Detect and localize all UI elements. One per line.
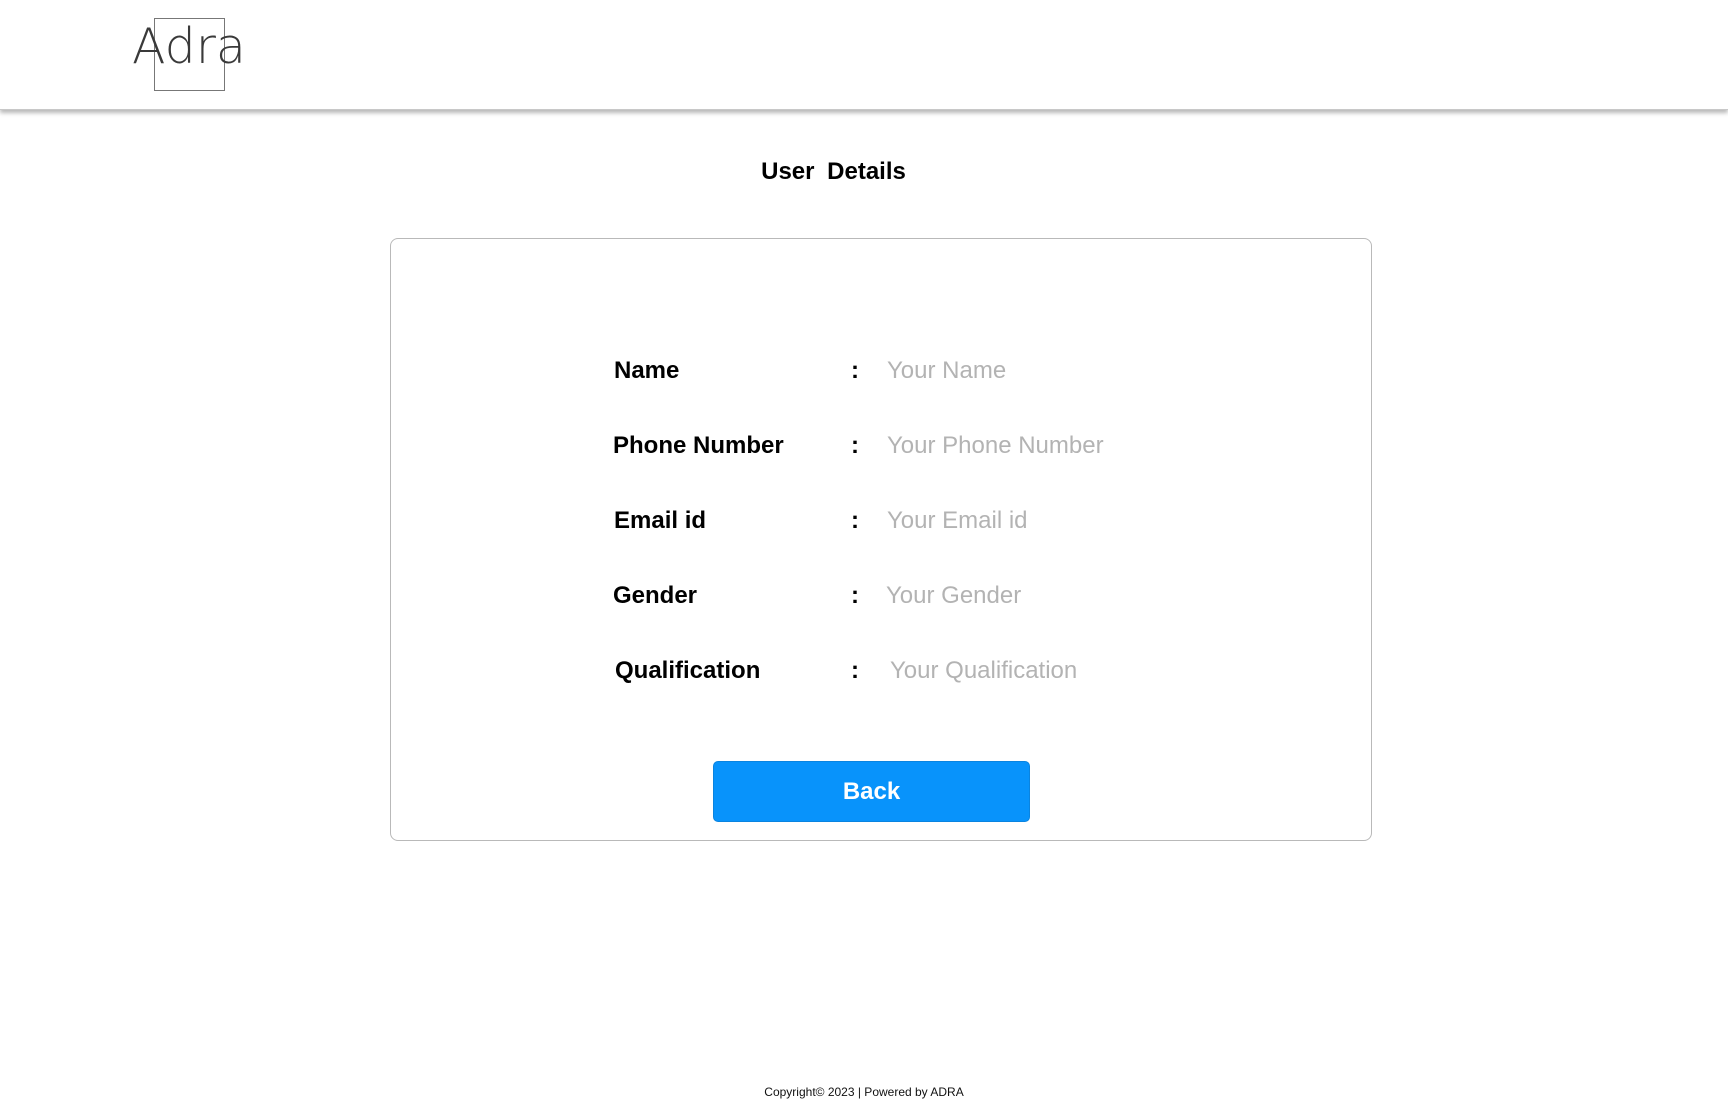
user-details-card: Name : Phone Number : Email id : Gender … xyxy=(390,238,1372,841)
separator-colon: : xyxy=(851,507,859,534)
email-id-label: Email id xyxy=(614,507,707,534)
gender-label: Gender xyxy=(613,582,698,609)
footer-copyright: Copyright© 2023 | Powered by ADRA xyxy=(764,1085,964,1099)
qualification-field[interactable] xyxy=(890,653,1270,689)
separator-colon: : xyxy=(851,357,859,384)
gender-field[interactable] xyxy=(886,578,1266,614)
qualification-label: Qualification xyxy=(615,657,761,684)
phone-row: Phone Number : xyxy=(391,428,1373,464)
back-button[interactable]: Back xyxy=(713,761,1030,822)
gender-row: Gender : xyxy=(391,578,1373,614)
separator-colon: : xyxy=(851,432,859,459)
page-title: User Details xyxy=(761,158,906,185)
top-header: Adra xyxy=(0,0,1728,110)
phone-number-field[interactable] xyxy=(887,428,1267,464)
email-id-field[interactable] xyxy=(887,503,1267,539)
name-field[interactable] xyxy=(887,353,1267,389)
email-row: Email id : xyxy=(391,503,1373,539)
separator-colon: : xyxy=(851,582,859,609)
separator-colon: : xyxy=(851,657,859,684)
logo-text: Adra xyxy=(132,18,246,75)
name-row: Name : xyxy=(391,353,1373,389)
qualification-row: Qualification : xyxy=(391,653,1373,689)
name-label: Name xyxy=(614,357,680,384)
adra-logo[interactable]: Adra xyxy=(132,16,246,94)
phone-number-label: Phone Number xyxy=(613,432,784,459)
